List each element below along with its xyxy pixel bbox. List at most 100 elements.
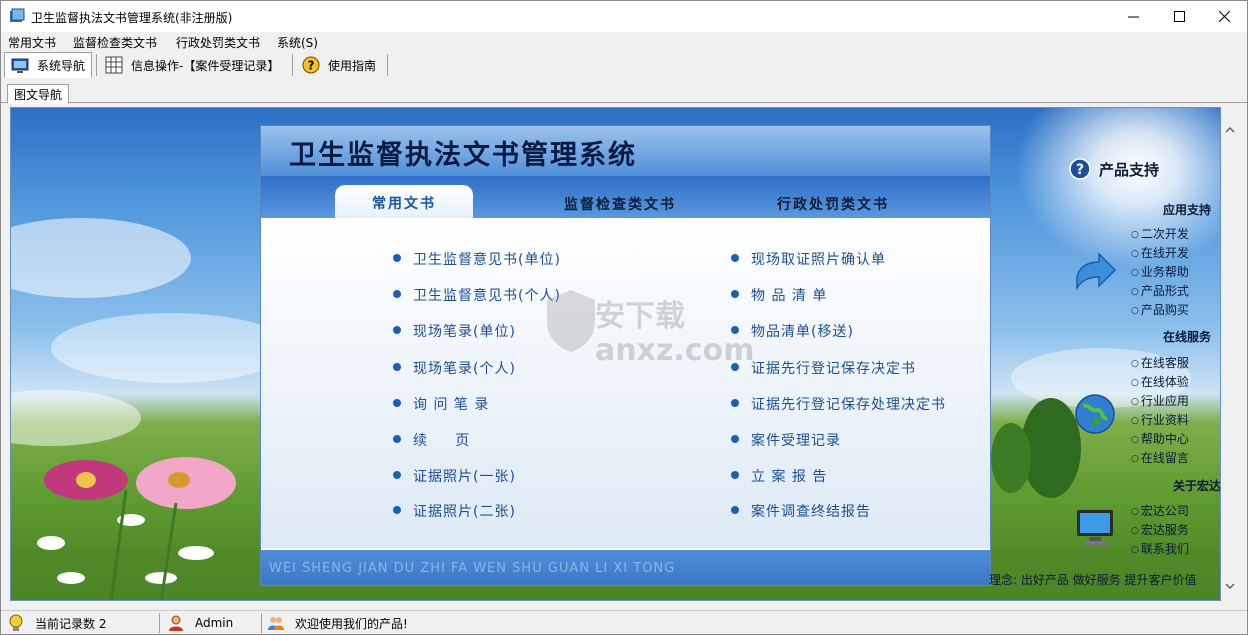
bullet-icon: [393, 363, 401, 371]
menu-system[interactable]: 系统(S): [277, 34, 318, 51]
section-app-support: 应用支持: [1163, 203, 1212, 217]
window-title: 卫生监督执法文书管理系统(非注册版): [31, 11, 233, 25]
side-link[interactable]: 产品形式: [1131, 282, 1189, 299]
side-link[interactable]: 行业应用: [1131, 392, 1189, 409]
doc-link-label: 物 品 清 单: [751, 288, 828, 304]
status-divider: [261, 613, 262, 633]
side-link[interactable]: 宏达公司: [1131, 502, 1189, 519]
current-user: Admin: [167, 614, 233, 632]
side-link[interactable]: 在线留言: [1131, 449, 1189, 466]
doc-link-label: 证据先行登记保存决定书: [751, 361, 916, 377]
doc-link[interactable]: 证据先行登记保存决定书: [731, 358, 916, 378]
side-link[interactable]: 帮助中心: [1131, 430, 1189, 447]
bullet-icon: [393, 254, 401, 262]
users-group-icon: [268, 617, 284, 630]
arrow-right-icon: [1076, 252, 1117, 291]
info-bulb-icon: [9, 614, 23, 631]
doc-link[interactable]: 卫生监督意见书(个人): [393, 285, 561, 305]
close-icon: [1218, 11, 1230, 22]
bullet-icon: [393, 290, 401, 298]
doc-link-label: 证据先行登记保存处理决定书: [751, 397, 946, 413]
bullet-icon: [393, 506, 401, 514]
toolbar: 系统导航 信息操作-【案件受理记录】 ? 使用指南: [1, 51, 1247, 79]
watermark: 安下载 anxz.com: [541, 286, 754, 368]
doc-link-label: 物品清单(移送): [751, 324, 854, 340]
status-divider: [159, 613, 160, 633]
tab-common-docs[interactable]: 常用文书: [335, 185, 473, 218]
bullet-icon: [393, 435, 401, 443]
computer-monitor-icon: [1077, 510, 1113, 545]
doc-link[interactable]: 现场笔录(单位): [393, 321, 516, 341]
minimize-button[interactable]: [1110, 1, 1156, 32]
menu-penalty-docs[interactable]: 行政处罚类文书: [176, 34, 260, 51]
status-bar: 当前记录数 2 Admin 欢迎使用我们的产品!: [1, 610, 1247, 634]
panel-footer-pinyin: WEI SHENG JIAN DU ZHI FA WEN SHU GUAN LI…: [269, 561, 676, 576]
doc-link[interactable]: 证据照片(一张): [393, 466, 516, 486]
doc-link[interactable]: 现场笔录(个人): [393, 358, 516, 378]
vertical-scrollbar[interactable]: [1221, 107, 1239, 601]
doc-link-label: 续 页: [413, 433, 471, 449]
bullet-icon: [393, 399, 401, 407]
close-button[interactable]: [1201, 1, 1247, 32]
side-link[interactable]: 行业资料: [1131, 411, 1189, 428]
side-link[interactable]: 联系我们: [1131, 540, 1189, 557]
grid-icon: [105, 56, 123, 74]
app-icon: [10, 8, 25, 22]
doc-link[interactable]: 续 页: [393, 430, 470, 450]
tab-system-nav[interactable]: 系统导航: [4, 52, 92, 78]
side-link[interactable]: 产品购买: [1131, 301, 1189, 318]
main-nav-panel: 卫生监督执法文书管理系统 常用文书 监督检查类文书 行政处罚类文书 卫生监督意见…: [260, 125, 991, 586]
toolbar-divider: [96, 54, 97, 76]
scroll-up-icon[interactable]: [1225, 125, 1235, 135]
side-link[interactable]: 宏达服务: [1131, 521, 1189, 538]
help-icon: ?: [302, 56, 320, 74]
svg-text:?: ?: [308, 59, 315, 73]
shield-icon: [547, 290, 595, 352]
side-link[interactable]: 在线体验: [1131, 373, 1189, 390]
tab-user-guide[interactable]: ? 使用指南: [302, 52, 376, 78]
menu-inspection-docs[interactable]: 监督检查类文书: [73, 34, 157, 51]
side-link[interactable]: 业务帮助: [1131, 263, 1189, 280]
maximize-button[interactable]: [1156, 1, 1202, 32]
doc-link-label: 立 案 报 告: [751, 469, 828, 485]
doc-link-label: 证据照片(二张): [413, 504, 516, 520]
menu-bar: 常用文书 监督检查类文书 行政处罚类文书 系统(S): [1, 32, 1247, 51]
side-link[interactable]: 二次开发: [1131, 225, 1189, 242]
doc-link[interactable]: 立 案 报 告: [731, 466, 827, 486]
record-count-text: 当前记录数 2: [35, 616, 107, 631]
doc-link[interactable]: 卫生监督意见书(单位): [393, 249, 561, 269]
bullet-icon: [393, 471, 401, 479]
side-link[interactable]: 在线客服: [1131, 354, 1189, 371]
menu-common-docs[interactable]: 常用文书: [8, 34, 56, 51]
doc-link-label: 案件调查终结报告: [751, 504, 871, 520]
scroll-down-icon[interactable]: [1225, 581, 1235, 591]
welcome-message: 欢迎使用我们的产品!: [267, 614, 408, 632]
doc-link-label: 卫生监督意见书(个人): [413, 288, 561, 304]
minimize-icon: [1127, 16, 1139, 18]
tab-info-operation[interactable]: 信息操作-【案件受理记录】: [105, 52, 279, 78]
doc-link[interactable]: 现场取证照片确认单: [731, 249, 886, 269]
doc-link-label: 现场笔录(单位): [413, 324, 516, 340]
side-link[interactable]: 在线开发: [1131, 244, 1189, 261]
tab-inspection-docs[interactable]: 监督检查类文书: [564, 194, 676, 214]
maximize-icon: [1173, 11, 1185, 22]
doc-link[interactable]: 案件调查终结报告: [731, 501, 871, 521]
bullet-icon: [731, 399, 739, 407]
tab-graphic-nav[interactable]: 图文导航: [7, 84, 70, 104]
doc-link[interactable]: 证据照片(二张): [393, 501, 516, 521]
toolbar-divider: [387, 54, 388, 76]
current-user-name: Admin: [195, 616, 234, 630]
doc-link[interactable]: 案件受理记录: [731, 430, 841, 450]
doc-link[interactable]: 证据先行登记保存处理决定书: [731, 394, 946, 414]
tab-penalty-docs[interactable]: 行政处罚类文书: [777, 194, 889, 214]
panel-footer: WEI SHENG JIAN DU ZHI FA WEN SHU GUAN LI…: [261, 550, 990, 585]
tab-user-guide-label: 使用指南: [328, 58, 377, 73]
doc-link[interactable]: 物 品 清 单: [731, 285, 827, 305]
bullet-icon: [731, 254, 739, 262]
globe-icon: [1075, 394, 1115, 434]
toolbar-divider: [292, 54, 293, 76]
tab-info-operation-label: 信息操作-【案件受理记录】: [131, 58, 280, 73]
doc-link[interactable]: 询 问 笔 录: [393, 394, 489, 414]
panel-title: 卫生监督执法文书管理系统: [289, 140, 637, 171]
tab-system-nav-label: 系统导航: [37, 59, 86, 73]
